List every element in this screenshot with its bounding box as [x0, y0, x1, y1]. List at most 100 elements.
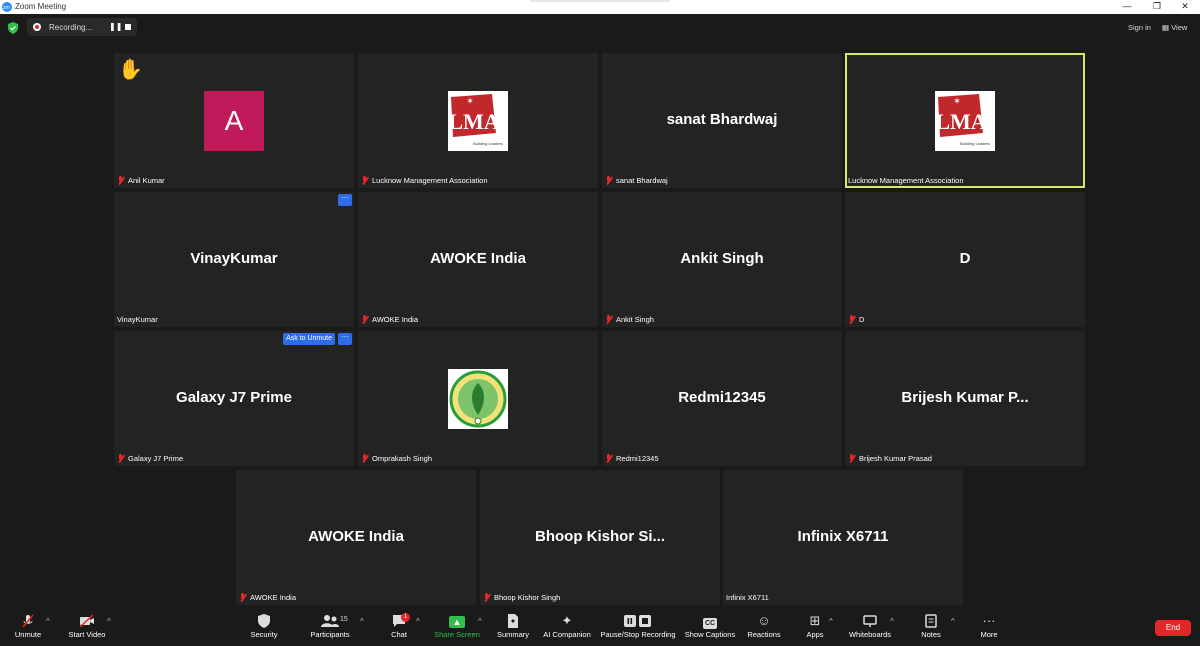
share-chevron-icon[interactable]: ^	[478, 617, 482, 626]
meeting-toolbar: Unmute ^ Start Video ^ Security Particip…	[0, 608, 1200, 646]
tile-more-options-button[interactable]: ···	[338, 333, 352, 345]
participant-display-name: Bhoop Kishor Si...	[535, 528, 665, 545]
participant-name-label: AWOKE India	[361, 314, 418, 325]
participant-name-label: Lucknow Management Association	[848, 176, 964, 185]
whiteboards-button[interactable]: Whiteboards	[848, 608, 892, 646]
profile-emblem-image	[448, 369, 508, 429]
drag-handle[interactable]	[530, 0, 670, 2]
apps-chevron-icon[interactable]: ^	[829, 617, 833, 626]
mic-muted-icon	[361, 176, 369, 185]
participant-display-name: Brijesh Kumar P...	[901, 389, 1029, 406]
recording-dot-icon	[33, 23, 41, 31]
restore-button[interactable]: ❐	[1142, 0, 1172, 14]
ai-companion-button[interactable]: ✦ AI Companion	[540, 608, 594, 646]
svg-text:LMA: LMA	[448, 109, 499, 134]
apps-button[interactable]: ⊞ Apps	[802, 608, 828, 646]
security-shield-icon[interactable]	[8, 22, 18, 34]
active-speaker-tile[interactable]: LMA Building Leaders ✶ Lucknow Managemen…	[845, 53, 1085, 188]
mic-muted-icon	[361, 315, 369, 324]
participants-chevron-icon[interactable]: ^	[360, 617, 364, 626]
participant-name-label: D	[848, 314, 864, 325]
participant-tile[interactable]: LMA Building Leaders ✶ Lucknow Managemen…	[358, 53, 598, 188]
summary-button[interactable]: Summary	[494, 608, 532, 646]
participant-tile[interactable]: Ankit Singh Ankit Singh	[602, 192, 842, 327]
start-video-button[interactable]: Start Video	[64, 608, 110, 646]
participant-tile[interactable]: AWOKE India AWOKE India	[236, 470, 476, 605]
whiteboards-chevron-icon[interactable]: ^	[890, 617, 894, 626]
participant-tile[interactable]: D D	[845, 192, 1085, 327]
tile-more-options-button[interactable]: ···	[338, 194, 352, 206]
participant-display-name: Redmi12345	[678, 389, 766, 406]
smiley-plus-icon: ☺	[757, 613, 771, 628]
apps-icon: ⊞	[809, 613, 821, 628]
share-screen-icon: ▲	[449, 616, 465, 628]
shield-icon	[246, 614, 282, 628]
participant-tile[interactable]: Ask to Unmute ··· Galaxy J7 Prime Galaxy…	[114, 331, 354, 466]
close-window-button[interactable]: ✕	[1170, 0, 1200, 14]
sign-in-link[interactable]: Sign in	[1128, 23, 1151, 32]
svg-text:Building Leaders: Building Leaders	[473, 141, 503, 146]
zoom-app-icon: zm	[2, 2, 12, 12]
summary-icon	[494, 614, 532, 628]
participant-name-label: Bhoop Kishor Singh	[483, 592, 560, 603]
participant-tile[interactable]: Bhoop Kishor Si... Bhoop Kishor Singh	[480, 470, 720, 605]
pause-stop-icon	[598, 614, 678, 628]
participant-tile[interactable]: sanat Bhardwaj sanat Bhardwaj	[602, 53, 842, 188]
more-button[interactable]: ··· More	[976, 608, 1002, 646]
participants-count: 15	[340, 616, 348, 623]
reactions-button[interactable]: ☺ Reactions	[746, 608, 782, 646]
mic-muted-icon	[605, 315, 613, 324]
participant-tile[interactable]: ✋ A Anil Kumar	[114, 53, 354, 188]
participant-tile[interactable]: Infinix X6711 Infinix X6711	[723, 470, 963, 605]
window-title: Zoom Meeting	[15, 2, 67, 11]
ask-to-unmute-button[interactable]: Ask to Unmute	[283, 333, 335, 345]
participant-name-label: Infinix X6711	[726, 593, 769, 602]
pause-recording-icon[interactable]: ❚❚	[109, 22, 122, 31]
participant-tile[interactable]: ··· VinayKumar VinayKumar	[114, 192, 354, 327]
mic-muted-icon	[848, 454, 856, 463]
svg-text:✶: ✶	[466, 96, 474, 106]
show-captions-button[interactable]: CC Show Captions	[684, 608, 736, 646]
stop-recording-icon[interactable]	[125, 24, 131, 30]
svg-text:✶: ✶	[953, 96, 961, 106]
share-screen-button[interactable]: ▲ Share Screen	[432, 608, 482, 646]
svg-text:Building Leaders: Building Leaders	[960, 141, 990, 146]
participant-tile[interactable]: AWOKE India AWOKE India	[358, 192, 598, 327]
view-button[interactable]: ▦ View	[1162, 23, 1187, 32]
participant-display-name: AWOKE India	[430, 250, 526, 267]
mic-muted-icon	[239, 593, 247, 602]
chat-chevron-icon[interactable]: ^	[416, 617, 420, 626]
participant-display-name: Ankit Singh	[680, 250, 764, 267]
minimize-button[interactable]: —	[1112, 0, 1142, 14]
video-options-chevron-icon[interactable]: ^	[107, 617, 111, 626]
participant-tile[interactable]: Brijesh Kumar P... Brijesh Kumar Prasad	[845, 331, 1085, 466]
participant-name-label: Omprakash Singh	[361, 453, 432, 464]
participant-name-label: AWOKE India	[239, 592, 296, 603]
participant-name-label: Ankit Singh	[605, 314, 654, 325]
participant-tile[interactable]: Redmi12345 Redmi12345	[602, 331, 842, 466]
grid-view-icon: ▦	[1162, 23, 1170, 32]
sparkle-icon: ✦	[561, 613, 573, 628]
avatar: A	[204, 91, 264, 151]
mic-muted-icon	[848, 315, 856, 324]
notes-chevron-icon[interactable]: ^	[951, 617, 955, 626]
participant-display-name: Galaxy J7 Prime	[176, 389, 292, 406]
pause-stop-recording-button[interactable]: Pause/Stop Recording	[598, 608, 678, 646]
recording-indicator: Recording... ❚❚	[27, 18, 137, 36]
security-button[interactable]: Security	[246, 608, 282, 646]
window-title-bar: zm Zoom Meeting — ❐ ✕	[0, 0, 1200, 14]
recording-status-text: Recording...	[49, 23, 93, 32]
participant-name-label: sanat Bhardwaj	[605, 175, 668, 186]
participant-name-label: Lucknow Management Association	[361, 175, 488, 186]
whiteboard-icon	[848, 614, 892, 628]
audio-options-chevron-icon[interactable]: ^	[46, 617, 50, 626]
participant-name-label: Galaxy J7 Prime	[117, 453, 183, 464]
lma-logo: LMA Building Leaders ✶	[935, 91, 995, 151]
meeting-top-bar: Recording... ❚❚ Sign in ▦ View	[0, 14, 1200, 42]
end-meeting-button[interactable]: End	[1155, 620, 1191, 636]
participant-tile[interactable]: Omprakash Singh	[358, 331, 598, 466]
participants-button[interactable]: Participants	[306, 608, 354, 646]
raised-hand-icon: ✋	[118, 59, 143, 81]
notes-button[interactable]: Notes	[918, 608, 944, 646]
unmute-button[interactable]: Unmute	[8, 608, 48, 646]
